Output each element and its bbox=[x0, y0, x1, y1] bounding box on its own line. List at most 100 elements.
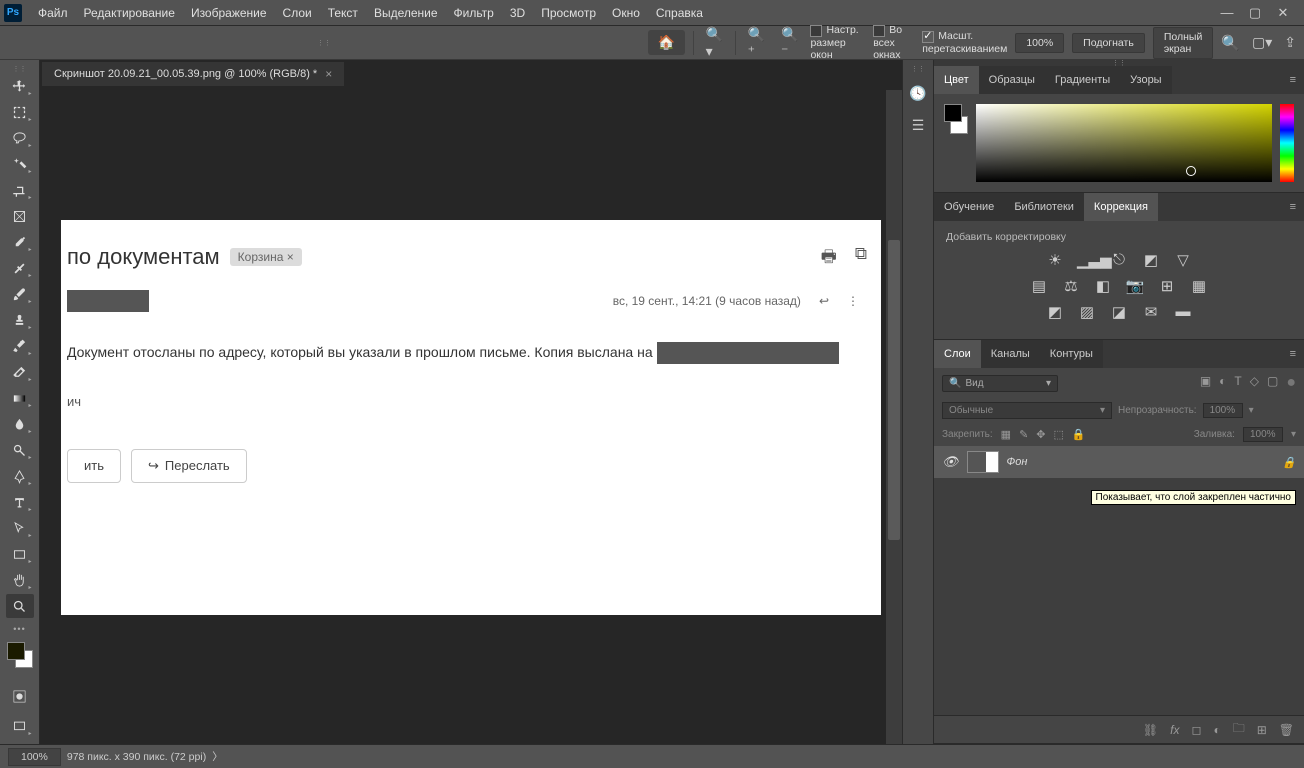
menu-view[interactable]: Просмотр bbox=[533, 0, 604, 26]
wand-tool[interactable]: ▸ bbox=[6, 152, 34, 176]
menu-edit[interactable]: Редактирование bbox=[76, 0, 183, 26]
group-icon[interactable]: 🗀 bbox=[1233, 719, 1245, 740]
vertical-scrollbar[interactable] bbox=[886, 90, 902, 744]
threshold-icon[interactable]: ◪ bbox=[1109, 303, 1129, 321]
menu-text[interactable]: Текст bbox=[320, 0, 366, 26]
filter-toggle[interactable]: ● bbox=[1286, 374, 1296, 392]
layer-item[interactable]: 👁 Фон 🔒 bbox=[934, 446, 1304, 478]
dodge-tool[interactable]: ▸ bbox=[6, 438, 34, 462]
gradient-tool[interactable]: ▸ bbox=[6, 386, 34, 410]
bw-icon[interactable]: ◧ bbox=[1093, 277, 1113, 295]
lock-pixels-icon[interactable]: ✎ bbox=[1019, 428, 1028, 441]
mixer-icon[interactable]: ⊞ bbox=[1157, 277, 1177, 295]
layer-filter-input[interactable]: 🔍 Вид▾ bbox=[942, 375, 1058, 392]
hue-icon[interactable]: ▤ bbox=[1029, 277, 1049, 295]
path-select-tool[interactable]: ▸ bbox=[6, 516, 34, 540]
color-swatch-mini[interactable] bbox=[944, 104, 968, 134]
zoom-in-icon[interactable]: 🔍⁺ bbox=[744, 26, 769, 60]
menu-3d[interactable]: 3D bbox=[502, 0, 533, 26]
scrubby-zoom-checkbox[interactable]: Масшт. перетаскиванием bbox=[922, 30, 1007, 54]
brightness-icon[interactable]: ☀ bbox=[1045, 251, 1065, 269]
tab-paths[interactable]: Контуры bbox=[1040, 340, 1103, 368]
lock-icon[interactable]: 🔒 bbox=[1282, 456, 1296, 469]
blur-tool[interactable]: ▸ bbox=[6, 412, 34, 436]
search-icon[interactable]: 🔍 bbox=[1221, 34, 1240, 52]
edit-toolbar[interactable]: ••• bbox=[13, 624, 25, 634]
full-screen-button[interactable]: Полный экран bbox=[1153, 27, 1214, 59]
gradient-map-icon[interactable]: ▬ bbox=[1173, 303, 1193, 321]
menu-image[interactable]: Изображение bbox=[183, 0, 275, 26]
panel-menu-icon[interactable]: ≡ bbox=[1282, 66, 1304, 94]
levels-icon[interactable]: ▁▃▅ bbox=[1077, 251, 1097, 269]
filter-shape-icon[interactable]: ◇ bbox=[1250, 374, 1259, 392]
workspace-icon[interactable]: ▢▾ bbox=[1252, 34, 1272, 51]
tab-swatches[interactable]: Образцы bbox=[979, 66, 1045, 94]
minimize-button[interactable]: — bbox=[1220, 6, 1234, 20]
crop-tool[interactable]: ▸ bbox=[6, 178, 34, 202]
zoom-out-icon[interactable]: 🔍⁻ bbox=[777, 26, 802, 60]
stamp-tool[interactable]: ▸ bbox=[6, 308, 34, 332]
adjustment-layer-icon[interactable]: ◐ bbox=[1213, 723, 1220, 737]
quick-mask[interactable] bbox=[6, 684, 34, 708]
menu-help[interactable]: Справка bbox=[648, 0, 711, 26]
zoom-tool-icon[interactable]: 🔍▾ bbox=[702, 26, 727, 60]
delete-layer-icon[interactable]: 🗑 bbox=[1279, 723, 1294, 737]
rectangle-tool[interactable]: ▸ bbox=[6, 542, 34, 566]
tab-learn[interactable]: Обучение bbox=[934, 193, 1004, 221]
fill-input[interactable]: 100% bbox=[1243, 427, 1283, 442]
all-windows-checkbox[interactable]: Во всех окнах bbox=[873, 24, 914, 60]
properties-panel-icon[interactable]: ☰ bbox=[907, 114, 929, 136]
fit-screen-button[interactable]: Подогнать bbox=[1072, 33, 1145, 53]
eraser-tool[interactable]: ▸ bbox=[6, 360, 34, 384]
balance-icon[interactable]: ⚖ bbox=[1061, 277, 1081, 295]
lasso-tool[interactable]: ▸ bbox=[6, 126, 34, 150]
visibility-icon[interactable]: 👁 bbox=[942, 454, 959, 470]
screen-mode[interactable]: ▸ bbox=[6, 714, 34, 738]
marquee-tool[interactable]: ▸ bbox=[6, 100, 34, 124]
status-chevron[interactable]: 〉 bbox=[212, 749, 223, 764]
filter-smart-icon[interactable]: ▢ bbox=[1267, 374, 1278, 392]
posterize-icon[interactable]: ▨ bbox=[1077, 303, 1097, 321]
resize-windows-checkbox[interactable]: Настр. размер окон bbox=[810, 24, 865, 60]
new-layer-icon[interactable]: ⊞ bbox=[1257, 723, 1267, 737]
maximize-button[interactable]: ▢ bbox=[1248, 6, 1262, 20]
menu-file[interactable]: Файл bbox=[30, 0, 76, 26]
tab-adjustments[interactable]: Коррекция bbox=[1084, 193, 1158, 221]
heal-tool[interactable]: ▸ bbox=[6, 256, 34, 280]
color-picker-field[interactable] bbox=[976, 104, 1272, 182]
menu-select[interactable]: Выделение bbox=[366, 0, 446, 26]
menu-layer[interactable]: Слои bbox=[275, 0, 320, 26]
invert-icon[interactable]: ◩ bbox=[1045, 303, 1065, 321]
frame-tool[interactable] bbox=[6, 204, 34, 228]
lock-all-icon[interactable]: 🔒 bbox=[1072, 428, 1086, 441]
lock-position-icon[interactable]: ✥ bbox=[1036, 428, 1045, 441]
filter-adjust-icon[interactable]: ◐ bbox=[1219, 374, 1226, 392]
exposure-icon[interactable]: ◩ bbox=[1141, 251, 1161, 269]
status-zoom[interactable]: 100% bbox=[8, 748, 61, 766]
photo-filter-icon[interactable]: 📷 bbox=[1125, 277, 1145, 295]
lock-transparent-icon[interactable]: ▦ bbox=[1001, 428, 1011, 441]
menu-window[interactable]: Окно bbox=[604, 0, 648, 26]
hand-tool[interactable]: ▸ bbox=[6, 568, 34, 592]
layer-fx-icon[interactable]: fx bbox=[1170, 723, 1179, 737]
zoom-100-button[interactable]: 100% bbox=[1015, 33, 1064, 53]
history-panel-icon[interactable]: 🕓 bbox=[907, 82, 929, 104]
document-canvas[interactable]: 🖶 ⧉ по документам Корзина × вс, 19 сент.… bbox=[61, 220, 881, 615]
tab-gradients[interactable]: Градиенты bbox=[1045, 66, 1120, 94]
layer-mask-icon[interactable]: ◻ bbox=[1191, 723, 1201, 737]
tab-layers[interactable]: Слои bbox=[934, 340, 981, 368]
filter-pixel-icon[interactable]: ▣ bbox=[1200, 374, 1211, 392]
brush-tool[interactable]: ▸ bbox=[6, 282, 34, 306]
history-brush-tool[interactable]: ▸ bbox=[6, 334, 34, 358]
curves-icon[interactable]: ⎋ bbox=[1109, 251, 1129, 269]
type-tool[interactable]: ▸ bbox=[6, 490, 34, 514]
tab-color[interactable]: Цвет bbox=[934, 66, 979, 94]
filter-type-icon[interactable]: T bbox=[1234, 374, 1241, 392]
zoom-tool[interactable] bbox=[6, 594, 34, 618]
menu-filter[interactable]: Фильтр bbox=[446, 0, 502, 26]
color-swatch[interactable] bbox=[7, 642, 33, 668]
hue-slider[interactable] bbox=[1280, 104, 1294, 182]
tab-channels[interactable]: Каналы bbox=[981, 340, 1040, 368]
drag-handle[interactable]: ⋮⋮ bbox=[8, 40, 640, 46]
document-tab[interactable]: Скриншот 20.09.21_00.05.39.png @ 100% (R… bbox=[42, 62, 344, 86]
